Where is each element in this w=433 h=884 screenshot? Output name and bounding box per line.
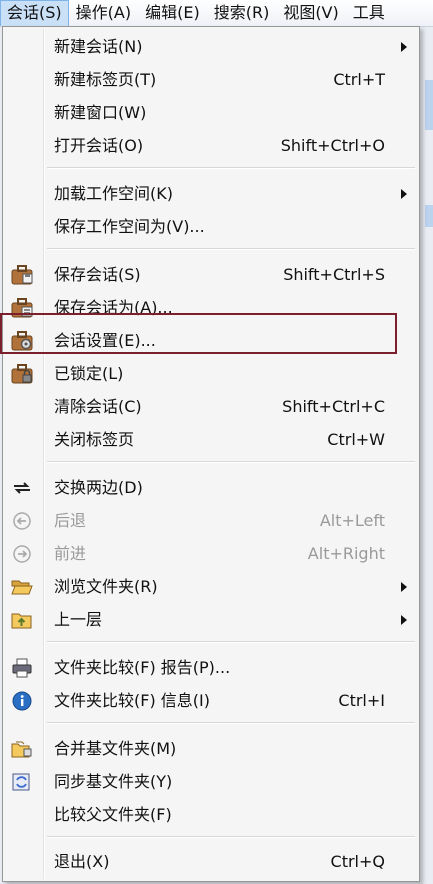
- menu-item-shortcut: Shift+Ctrl+O: [280, 136, 385, 155]
- menu-item-label: 加载工作空间(K): [54, 184, 173, 203]
- menu-item-swap-sides[interactable]: 交换两边(D): [5, 471, 417, 504]
- menubar-edit[interactable]: 编辑(E): [138, 0, 207, 26]
- menu-item-shortcut: Ctrl+W: [327, 430, 385, 449]
- menu-item-exit[interactable]: 退出(X) Ctrl+Q: [5, 845, 417, 878]
- folder-open-icon: [11, 577, 33, 597]
- menu-item-shortcut: Ctrl+I: [338, 691, 385, 710]
- highlight-box: [0, 313, 397, 354]
- menu-separator: [47, 722, 415, 724]
- menu-item-load-workspace[interactable]: 加载工作空间(K): [5, 177, 417, 210]
- menu-item-label: 打开会话(O): [54, 136, 144, 155]
- menu-item-compare-parent-folder[interactable]: 比较父文件夹(F): [5, 798, 417, 831]
- submenu-arrow-icon: [401, 189, 407, 199]
- forward-icon: [11, 544, 33, 564]
- menu-item-label: 合并基文件夹(M): [54, 739, 177, 758]
- menu-item-merge-base-folder[interactable]: 合并基文件夹(M): [5, 732, 417, 765]
- menu-item-locked[interactable]: 已锁定(L): [5, 357, 417, 390]
- menu-item-shortcut: Alt+Right: [307, 544, 385, 563]
- menubar-session[interactable]: 会话(S): [0, 0, 69, 26]
- menu-item-label: 新建会话(N): [54, 37, 143, 56]
- menu-item-label: 比较父文件夹(F): [54, 805, 172, 824]
- background-panel: [425, 80, 433, 130]
- menu-item-shortcut: Shift+Ctrl+S: [283, 265, 385, 284]
- folder-up-icon: [11, 610, 33, 630]
- menu-separator: [47, 461, 415, 463]
- menu-separator: [47, 167, 415, 169]
- menubar-actions[interactable]: 操作(A): [69, 0, 138, 26]
- menu-separator: [47, 836, 415, 838]
- menu-item-label: 文件夹比较(F) 报告(P)...: [54, 658, 231, 677]
- menu-item-save-workspace-as[interactable]: 保存工作空间为(V)...: [5, 210, 417, 243]
- menu-item-shortcut: Shift+Ctrl+C: [282, 397, 385, 416]
- menu-item-new-window[interactable]: 新建窗口(W): [5, 96, 417, 129]
- menubar-search[interactable]: 搜索(R): [207, 0, 277, 26]
- menu-item-label: 浏览文件夹(R): [54, 577, 158, 596]
- menubar-tools[interactable]: 工具: [346, 0, 392, 26]
- menu-item-folder-compare-info[interactable]: 文件夹比较(F) 信息(I) Ctrl+I: [5, 684, 417, 717]
- menu-item-open-session[interactable]: 打开会话(O) Shift+Ctrl+O: [5, 129, 417, 162]
- menu-item-label: 退出(X): [54, 852, 110, 871]
- background-panel: [425, 205, 433, 227]
- menu-item-label: 上一层: [54, 610, 103, 629]
- menu-item-new-tab[interactable]: 新建标签页(T) Ctrl+T: [5, 63, 417, 96]
- menu-item-label: 已锁定(L): [54, 364, 124, 383]
- briefcase-lock-icon: [11, 364, 33, 384]
- menu-item-browse-folder[interactable]: 浏览文件夹(R): [5, 570, 417, 603]
- menu-item-label: 保存工作空间为(V)...: [54, 217, 205, 236]
- session-menu: 新建会话(N) 新建标签页(T) Ctrl+T 新建窗口(W) 打开会话(O) …: [2, 26, 420, 882]
- back-icon: [11, 511, 33, 531]
- menu-item-label: 文件夹比较(F) 信息(I): [54, 691, 210, 710]
- menu-item-folder-compare-report[interactable]: 文件夹比较(F) 报告(P)...: [5, 651, 417, 684]
- menu-item-label: 关闭标签页: [54, 430, 135, 449]
- merge-folder-icon: [11, 739, 33, 759]
- menu-item-back[interactable]: 后退 Alt+Left: [5, 504, 417, 537]
- menubar-view[interactable]: 视图(V): [276, 0, 345, 26]
- printer-icon: [11, 658, 33, 678]
- submenu-arrow-icon: [401, 42, 407, 52]
- sync-folder-icon: [11, 772, 33, 792]
- info-icon: [11, 691, 33, 711]
- swap-icon: [11, 478, 33, 498]
- menu-item-label: 交换两边(D): [54, 478, 143, 497]
- menu-item-label: 新建窗口(W): [54, 103, 147, 122]
- menu-item-shortcut: Ctrl+T: [333, 70, 385, 89]
- briefcase-save-icon: [11, 265, 33, 285]
- menu-bar: 会话(S) 操作(A) 编辑(E) 搜索(R) 视图(V) 工具: [0, 0, 433, 27]
- submenu-arrow-icon: [401, 582, 407, 592]
- menu-separator: [47, 248, 415, 250]
- menu-item-label: 清除会话(C): [54, 397, 142, 416]
- menu-item-sync-base-folder[interactable]: 同步基文件夹(Y): [5, 765, 417, 798]
- menu-item-save-session[interactable]: 保存会话(S) Shift+Ctrl+S: [5, 258, 417, 291]
- menu-item-shortcut: Ctrl+Q: [330, 852, 385, 871]
- menu-item-label: 前进: [54, 544, 87, 563]
- submenu-arrow-icon: [401, 615, 407, 625]
- menu-item-up-level[interactable]: 上一层: [5, 603, 417, 636]
- menu-item-shortcut: Alt+Left: [319, 511, 385, 530]
- menu-item-close-tab[interactable]: 关闭标签页 Ctrl+W: [5, 423, 417, 456]
- menu-item-label: 后退: [54, 511, 87, 530]
- menu-separator: [47, 641, 415, 643]
- menu-item-new-session[interactable]: 新建会话(N): [5, 30, 417, 63]
- menu-item-clear-session[interactable]: 清除会话(C) Shift+Ctrl+C: [5, 390, 417, 423]
- menu-item-label: 同步基文件夹(Y): [54, 772, 173, 791]
- menu-item-label: 保存会话(S): [54, 265, 141, 284]
- menu-item-label: 新建标签页(T): [54, 70, 157, 89]
- menu-item-forward[interactable]: 前进 Alt+Right: [5, 537, 417, 570]
